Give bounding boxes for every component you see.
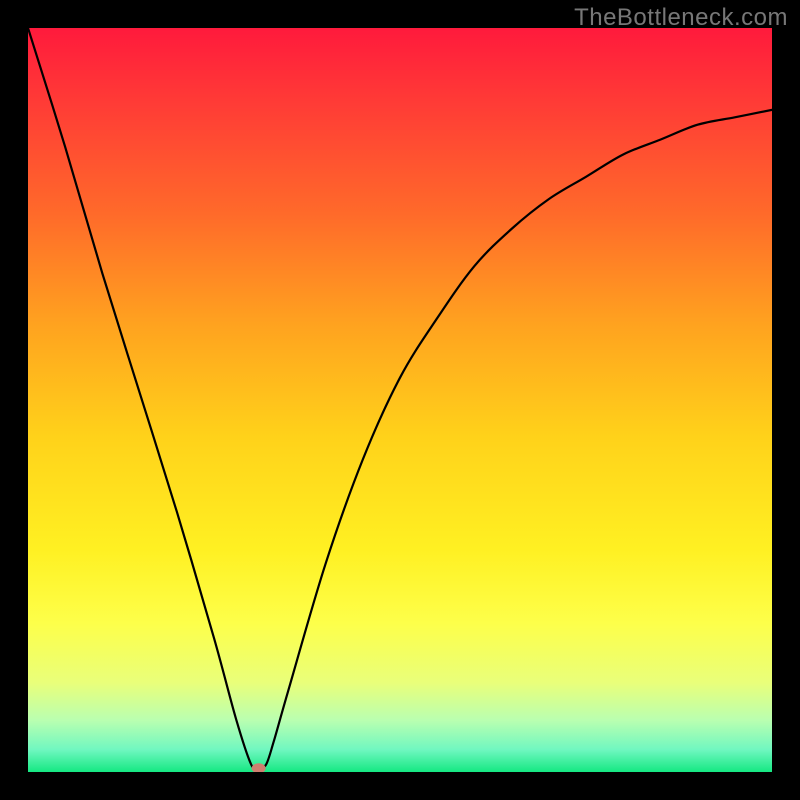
chart-svg [28, 28, 772, 772]
plot-area [28, 28, 772, 772]
chart-frame: TheBottleneck.com [0, 0, 800, 800]
watermark-text: TheBottleneck.com [574, 4, 788, 32]
